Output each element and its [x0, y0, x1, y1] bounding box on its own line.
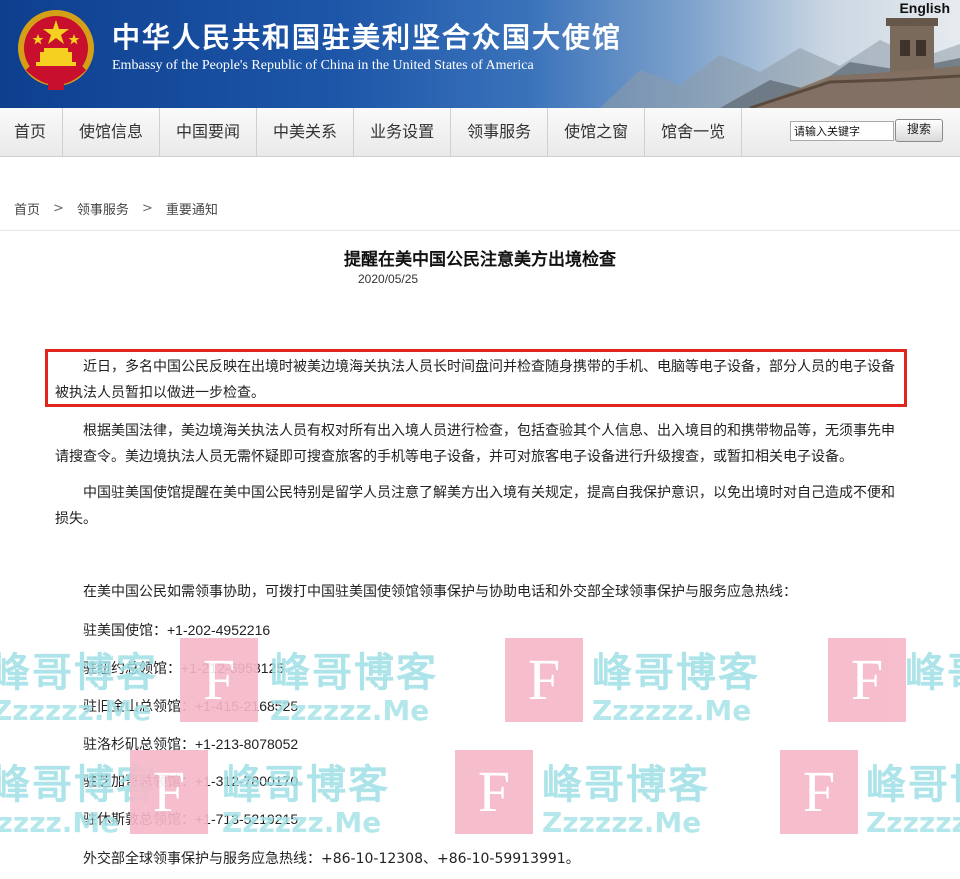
watermark-subtext: Zzzzzz.Me	[866, 806, 960, 839]
nav-item-china-news[interactable]: 中国要闻	[160, 108, 258, 156]
watermark-text: 峰哥博客	[270, 650, 438, 696]
nav-item-departments[interactable]: 业务设置	[354, 108, 452, 156]
breadcrumb-consular-services[interactable]: 领事服务	[77, 199, 129, 218]
breadcrumb-separator: >	[53, 201, 64, 216]
contact-intro: 在美中国公民如需领事协助，可拨打中国驻美国使领馆领事保护与协助电话和外交部全球领…	[83, 584, 797, 600]
watermark-text: 峰哥博客	[542, 762, 710, 808]
article-paragraph-3: 中国驻美国使馆提醒在美中国公民特别是留学人员注意了解美方出入境有关规定，提高自我…	[55, 485, 895, 527]
contact-label: 驻旧金山总领馆：	[83, 699, 195, 715]
contact-los-angeles: 驻洛杉矶总领馆：+1-213-8078052	[83, 734, 298, 754]
great-wall-scenery-image	[600, 18, 960, 108]
breadcrumb: 首页 > 领事服务 > 重要通知	[14, 199, 218, 218]
contact-phone: +1-713-5219215	[195, 811, 299, 827]
nav-item-consular-services[interactable]: 领事服务	[451, 108, 549, 156]
breadcrumb-important-notice[interactable]: 重要通知	[166, 199, 218, 218]
watermark-f-logo: F	[828, 638, 906, 722]
contact-houston: 驻休斯敦总领馆：+1-713-5219215	[83, 809, 298, 829]
contact-phone: +1-213-8078052	[195, 736, 299, 752]
contact-label: 驻芝加哥总领馆：	[83, 774, 195, 790]
contact-phone: +1-212-6953125	[181, 660, 285, 676]
watermark-text: 峰哥博客	[592, 650, 760, 696]
nav-item-china-us-relations[interactable]: 中美关系	[257, 108, 355, 156]
watermark-text: 峰哥博客	[866, 762, 960, 808]
article-paragraph-2: 根据美国法律，美边境海关执法人员有权对所有出入境人员进行检查，包括查验其个人信息…	[55, 423, 895, 465]
national-emblem-icon	[18, 10, 94, 90]
contact-label: 驻休斯敦总领馆：	[83, 812, 195, 828]
watermark-text: 峰哥博客	[905, 650, 960, 696]
contact-chicago: 驻芝加哥总领馆：+1-312-7800170	[83, 771, 298, 791]
watermark-subtext: Zzzzzz.Me	[542, 806, 702, 839]
contact-phone: +1-202-4952216	[167, 622, 271, 638]
nav-item-embassy-info[interactable]: 使馆信息	[63, 108, 161, 156]
contact-phone: +1-415-2168525	[195, 698, 299, 714]
watermark-f-logo: F	[780, 750, 858, 834]
nav-item-home[interactable]: 首页	[0, 108, 64, 156]
search-button[interactable]: 搜索	[895, 119, 943, 142]
highlight-annotation-box	[45, 349, 907, 407]
breadcrumb-separator: >	[141, 201, 153, 216]
divider	[0, 230, 960, 231]
contact-phone: +1-312-7800170	[195, 773, 299, 789]
site-title-english: Embassy of the People's Republic of Chin…	[112, 58, 534, 73]
site-title-chinese: 中华人民共和国驻美利坚合众国大使馆	[112, 21, 623, 54]
watermark-f-logo: F	[455, 750, 533, 834]
contact-embassy: 驻美国使馆：+1-202-4952216	[83, 620, 270, 640]
watermark-f-logo: F	[505, 638, 583, 722]
watermark-subtext: Zzzzzz.Me	[592, 694, 752, 727]
article-title: 提醒在美中国公民注意美方出境检查	[344, 250, 616, 270]
contact-label: 驻纽约总领馆：	[83, 661, 181, 677]
contact-label: 驻美国使馆：	[83, 623, 167, 639]
nav-item-building-overview[interactable]: 馆舍一览	[645, 108, 743, 156]
contact-new-york: 驻纽约总领馆：+1-212-6953125	[83, 658, 284, 678]
contact-label: 驻洛杉矶总领馆：	[83, 737, 195, 753]
contact-san-francisco: 驻旧金山总领馆：+1-415-2168525	[83, 696, 298, 716]
article-date: 2020/05/25	[358, 272, 419, 286]
site-banner: 中华人民共和国驻美利坚合众国大使馆 Embassy of the People'…	[0, 0, 960, 108]
nav-item-embassy-window[interactable]: 使馆之窗	[548, 108, 646, 156]
breadcrumb-home[interactable]: 首页	[14, 199, 40, 218]
english-language-link[interactable]: English	[899, 0, 950, 16]
search-input[interactable]	[790, 121, 894, 141]
consular-hotline: 外交部全球领事保护与服务应急热线：+86-10-12308、+86-10-599…	[83, 851, 580, 867]
